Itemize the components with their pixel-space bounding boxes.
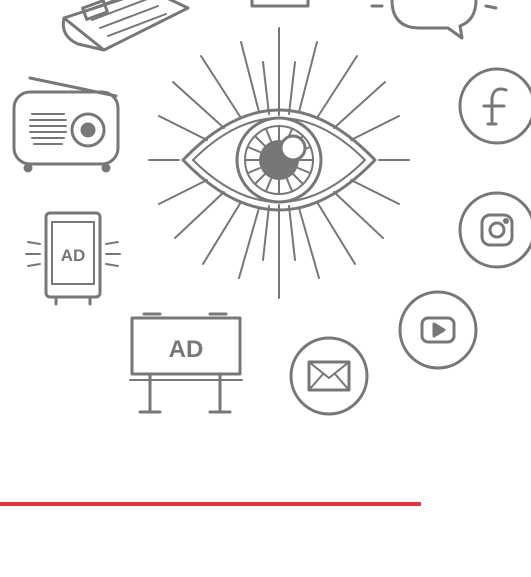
billboard-ad-label: AD xyxy=(169,336,204,363)
eye-icon xyxy=(148,27,410,299)
newspaper-icon xyxy=(61,0,190,52)
media-illustration: AD AD xyxy=(0,0,531,577)
accent-divider-line xyxy=(0,502,421,506)
speech-bubble-icon xyxy=(370,0,498,40)
facebook-icon xyxy=(458,67,531,145)
poster-ad-label: AD xyxy=(61,246,86,265)
youtube-icon xyxy=(398,290,478,370)
tv-icon xyxy=(250,0,310,8)
radio-icon xyxy=(12,76,120,173)
billboard-ad-icon xyxy=(129,312,243,414)
email-icon xyxy=(289,336,369,416)
instagram-icon xyxy=(458,191,531,269)
